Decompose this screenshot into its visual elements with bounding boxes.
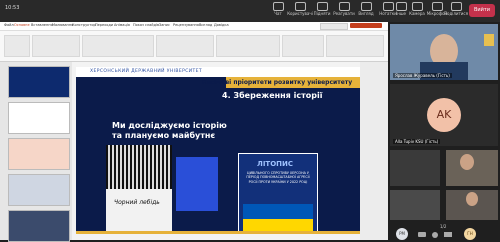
slide-lead: Ми досліджуємо історію та плануємо майбу… xyxy=(112,121,227,140)
book-title: Чорний лебідь xyxy=(114,199,160,206)
meeting-timer: 10:53 xyxy=(5,5,20,11)
video-tile[interactable]: AK Alla Tupiv KSU (Гість) xyxy=(390,84,498,146)
tab-transitions[interactable]: Переходи xyxy=(95,23,113,27)
meeting-toolbar: 10:53 Чат Користувачі Підняти Реагувати … xyxy=(0,0,500,22)
book-cover-right: ЛІТОПИС ЦИВІЛЬНОГО СПРОТИВУ ХЕРСОНА У ПЕ… xyxy=(238,153,318,234)
slide-title: Ключові пріоритети розвитку університету xyxy=(202,79,353,86)
book-cover-left: Чорний лебідь xyxy=(106,145,172,233)
participants-panel: Ярослав Журавель (Гість) AK Alla Tupiv K… xyxy=(388,22,500,240)
book-right-title: ЛІТОПИС xyxy=(257,160,293,168)
tab-view[interactable]: Вигляд xyxy=(199,23,212,27)
powerpoint-window: Файл Основне Вставлення Малювання Констр… xyxy=(0,22,388,242)
book-right-subtitle: ЦИВІЛЬНОГО СПРОТИВУ ХЕРСОНА У ПЕРІОД ПОВ… xyxy=(246,171,310,184)
video-tile[interactable] xyxy=(390,190,440,220)
tab-animations[interactable]: Анімація xyxy=(114,23,130,27)
designer-pane[interactable] xyxy=(360,62,388,240)
participant-face xyxy=(460,154,474,170)
slide-thumb[interactable] xyxy=(8,174,70,206)
chat-icon xyxy=(272,2,284,11)
tab-draw[interactable]: Малювання xyxy=(52,23,73,27)
slide-canvas: ХЕРСОНСЬКИЙ ДЕРЖАВНИЙ УНІВЕРСИТЕТ Ключов… xyxy=(76,67,360,234)
slide-thumb[interactable] xyxy=(8,102,70,134)
flag-photo xyxy=(243,204,313,234)
share-ppt-button[interactable] xyxy=(350,23,382,28)
ribbon xyxy=(0,31,388,62)
avatar: AK xyxy=(427,98,461,132)
slide-thumb[interactable] xyxy=(8,210,70,242)
tab-design[interactable]: Конструктор xyxy=(72,23,96,27)
university-name: ХЕРСОНСЬКИЙ ДЕРЖАВНИЙ УНІВЕРСИТЕТ xyxy=(90,69,203,74)
book-cover-pattern xyxy=(106,145,172,189)
tab-record[interactable]: Запис xyxy=(159,23,170,27)
camera-icon xyxy=(411,2,423,11)
tab-help[interactable]: Довідка xyxy=(214,23,229,27)
video-tile[interactable] xyxy=(446,150,498,186)
mic-icon xyxy=(431,2,443,11)
video-off-icon[interactable] xyxy=(418,232,426,237)
avatar: ГН xyxy=(464,228,476,240)
video-tile[interactable] xyxy=(390,150,440,186)
participant-name: Alla Tupiv KSU (Гість) xyxy=(393,139,441,144)
slides-group[interactable] xyxy=(32,35,80,57)
screen-icon[interactable] xyxy=(444,232,452,237)
slide-footer-bar xyxy=(76,231,360,234)
tab-home[interactable]: Основне xyxy=(14,23,30,27)
book-cover-blue xyxy=(176,157,218,211)
designer-group[interactable] xyxy=(326,35,384,57)
raise-hand-icon xyxy=(316,2,328,11)
tab-insert[interactable]: Вставлення xyxy=(31,23,53,27)
share-button[interactable]: Поділитися xyxy=(443,2,469,20)
tab-review[interactable]: Рецензування xyxy=(173,23,199,27)
react-icon xyxy=(338,2,350,11)
paragraph-group[interactable] xyxy=(156,35,214,57)
circle-icon[interactable] xyxy=(432,232,438,238)
page-indicator: 1/2 xyxy=(440,224,447,229)
slide-thumb[interactable] xyxy=(8,138,70,170)
video-tile[interactable]: Ярослав Журавель (Гість) xyxy=(390,24,498,80)
slide-thumbnails[interactable] xyxy=(0,62,72,242)
participant-name: Ярослав Журавель (Гість) xyxy=(393,73,452,78)
record-button[interactable] xyxy=(320,23,348,30)
slide-section: 4. Збереження історії xyxy=(222,91,323,100)
tab-slideshow[interactable]: Показ слайдів xyxy=(133,23,159,27)
participant-face xyxy=(466,192,478,206)
paste-group[interactable] xyxy=(4,35,30,57)
emblem-icon xyxy=(484,34,494,46)
avatar: PM xyxy=(396,228,408,240)
leave-button[interactable]: Вийти xyxy=(469,4,495,17)
slide-thumb[interactable] xyxy=(8,66,70,98)
people-icon xyxy=(294,2,306,11)
editing-group[interactable] xyxy=(282,35,324,57)
font-group[interactable] xyxy=(82,35,154,57)
share-icon xyxy=(450,2,462,11)
ribbon-tabs: Файл Основне Вставлення Малювання Констр… xyxy=(0,22,388,31)
view-icon xyxy=(360,2,372,11)
tab-file[interactable]: Файл xyxy=(4,23,14,27)
video-tile[interactable] xyxy=(446,190,498,220)
drawing-group[interactable] xyxy=(216,35,280,57)
